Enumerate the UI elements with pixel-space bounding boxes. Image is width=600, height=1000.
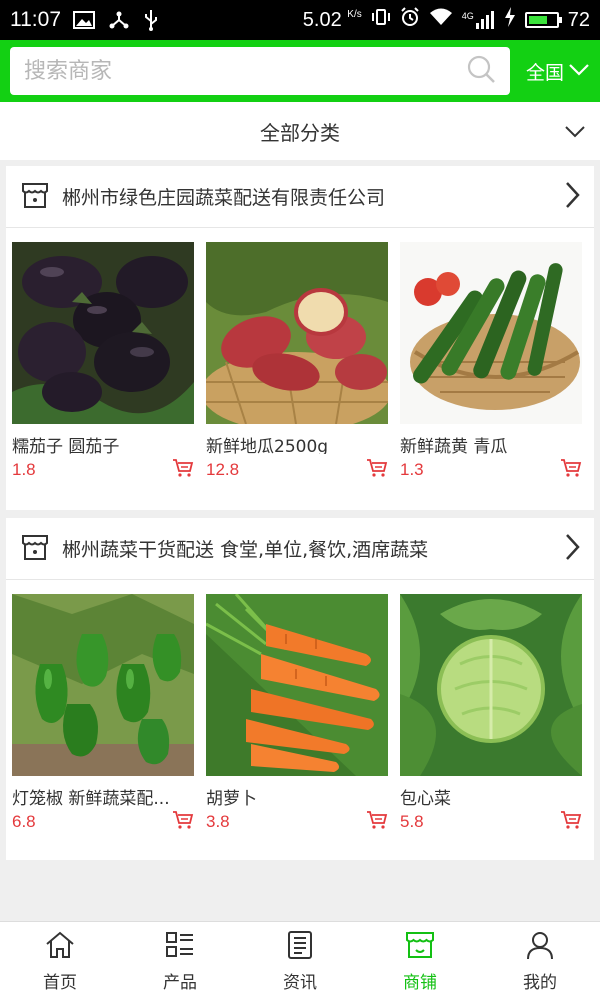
product-name: 糯茄子 圆茄子 [12, 437, 120, 454]
chevron-down-icon [568, 60, 590, 82]
nav-label: 首页 [43, 973, 77, 993]
cart-icon[interactable] [172, 810, 194, 834]
product-image-eggplant[interactable] [12, 242, 194, 424]
category-label: 全部分类 [260, 120, 340, 145]
search-box[interactable] [10, 47, 510, 95]
store-card: 郴州市绿色庄园蔬菜配送有限责任公司 糯茄子 圆茄子 1.8 新鲜地瓜2500g … [6, 166, 594, 510]
product-price: 3.8 [206, 812, 230, 831]
status-bar: 11:07 5.02 K/s 4G 72 [0, 0, 600, 40]
nav-label: 资讯 [283, 973, 317, 993]
store-icon [20, 532, 50, 566]
cart-icon[interactable] [366, 810, 388, 834]
product-name: 灯笼椒 新鲜蔬菜配... [12, 789, 170, 806]
home-icon [44, 930, 76, 964]
nav-item-stores[interactable]: 商铺 [360, 922, 480, 1000]
header-bar: 全国 [0, 40, 600, 102]
store-card: 郴州蔬菜干货配送 食堂,单位,餐饮,酒席蔬菜 灯笼椒 新鲜蔬菜配... 6.8 … [6, 518, 594, 860]
region-label: 全国 [525, 61, 564, 84]
nav-item-mine[interactable]: 我的 [480, 922, 600, 1000]
nav-item-news[interactable]: 资讯 [240, 922, 360, 1000]
product-image-cabbage[interactable] [400, 594, 582, 776]
product-price: 6.8 [12, 812, 36, 831]
product-name: 新鲜地瓜2500g [206, 437, 329, 454]
nav-label: 我的 [523, 973, 557, 993]
product-card[interactable]: 包心菜 5.8 [400, 594, 582, 834]
store-header[interactable]: 郴州蔬菜干货配送 食堂,单位,餐饮,酒席蔬菜 [6, 518, 594, 580]
product-name: 新鲜蔬黄 青瓜 [400, 437, 508, 454]
store-icon [20, 180, 50, 214]
vibrate-icon [371, 7, 391, 33]
grid-list-icon [164, 930, 196, 964]
usb-icon [143, 9, 159, 31]
product-image-bell-pepper[interactable] [12, 594, 194, 776]
store-icon [404, 930, 436, 964]
cart-icon[interactable] [172, 458, 194, 482]
news-icon [284, 930, 316, 964]
nav-item-home[interactable]: 首页 [0, 922, 120, 1000]
battery-percent: 72 [567, 8, 590, 31]
status-time: 11:07 [10, 8, 61, 31]
cart-icon[interactable] [560, 810, 582, 834]
nav-label: 商铺 [403, 973, 437, 993]
region-selector[interactable]: 全国 [526, 58, 590, 85]
battery-icon [524, 12, 562, 28]
cart-icon[interactable] [560, 458, 582, 482]
product-name: 胡萝卜 [206, 789, 257, 806]
product-card[interactable]: 灯笼椒 新鲜蔬菜配... 6.8 [12, 594, 194, 834]
product-image-sweet-potato[interactable] [206, 242, 388, 424]
network-speed: 5.02 K/s [302, 8, 362, 31]
product-card[interactable]: 新鲜地瓜2500g 12.8 [206, 242, 388, 482]
store-header[interactable]: 郴州市绿色庄园蔬菜配送有限责任公司 [6, 166, 594, 228]
charging-icon [504, 7, 516, 33]
search-input[interactable] [24, 58, 466, 84]
product-name: 包心菜 [400, 789, 451, 806]
gallery-icon [73, 11, 95, 29]
category-filter[interactable]: 全部分类 [0, 102, 600, 160]
chevron-right-icon[interactable] [564, 533, 580, 565]
product-card[interactable]: 糯茄子 圆茄子 1.8 [12, 242, 194, 482]
product-image-carrot[interactable] [206, 594, 388, 776]
bottom-nav: 首页 产品 资讯 商铺 我的 [0, 921, 600, 1000]
nav-item-products[interactable]: 产品 [120, 922, 240, 1000]
product-card[interactable]: 新鲜蔬黄 青瓜 1.3 [400, 242, 582, 482]
chevron-right-icon[interactable] [564, 181, 580, 213]
store-name: 郴州市绿色庄园蔬菜配送有限责任公司 [62, 187, 386, 209]
signal-icon: 4G [462, 11, 495, 29]
user-icon [524, 930, 556, 964]
search-icon[interactable] [466, 54, 496, 88]
product-price: 5.8 [400, 812, 424, 831]
product-price: 12.8 [206, 460, 240, 479]
chevron-down-icon [564, 120, 586, 144]
product-card[interactable]: 胡萝卜 3.8 [206, 594, 388, 834]
nav-label: 产品 [163, 973, 197, 993]
alarm-icon [400, 7, 420, 33]
wifi-icon [429, 7, 453, 33]
product-price: 1.3 [400, 460, 424, 479]
product-image-cucumber[interactable] [400, 242, 582, 424]
cart-icon[interactable] [366, 458, 388, 482]
product-price: 1.8 [12, 460, 36, 479]
store-name: 郴州蔬菜干货配送 食堂,单位,餐饮,酒席蔬菜 [62, 539, 429, 561]
share-icon [109, 10, 129, 30]
